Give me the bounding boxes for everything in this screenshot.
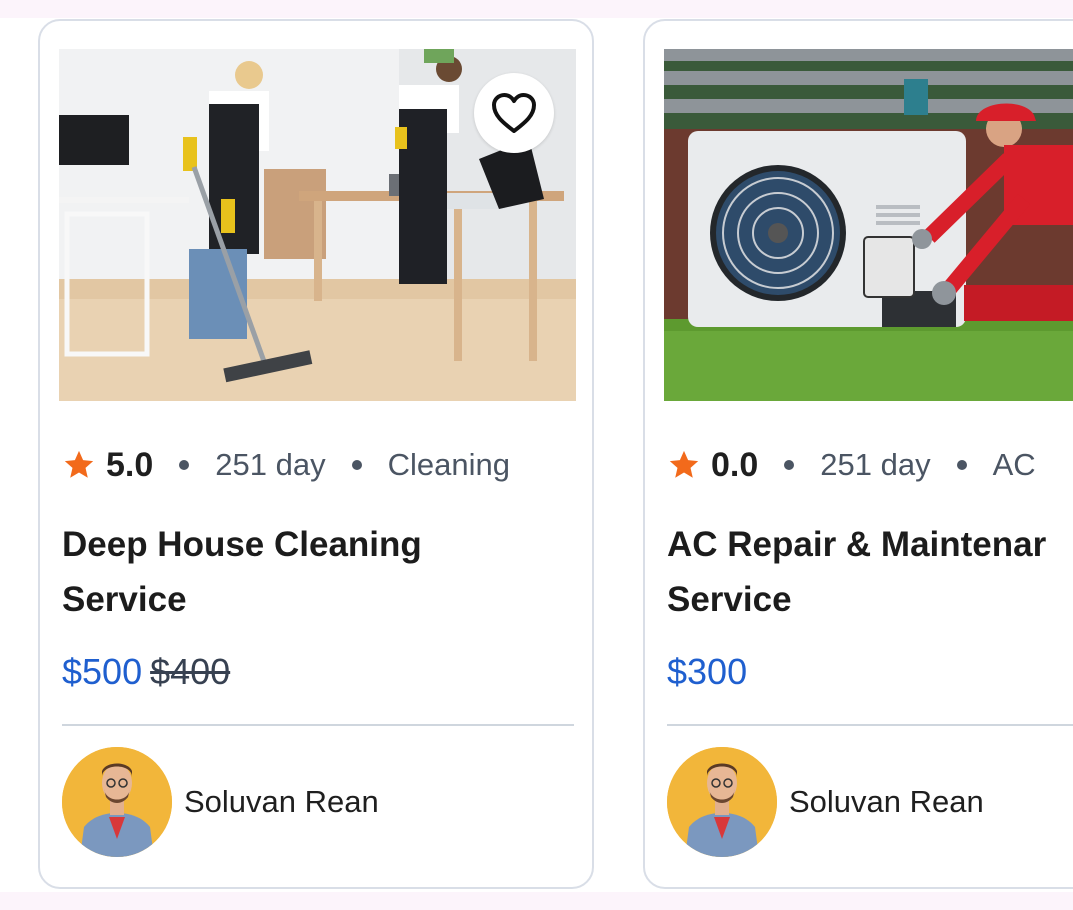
ac-repair-photo [664,49,1073,401]
price: $300 [667,651,747,693]
avatar [62,747,172,857]
rating-value: 5.0 [106,445,154,484]
separator-dot [956,460,967,470]
divider [62,724,574,726]
provider-row[interactable]: Soluvan Rean [62,747,379,857]
bottom-strip [0,892,1073,910]
service-title-line: Service [667,580,792,619]
heart-outline-icon [492,93,536,133]
separator-dot [784,460,795,470]
top-strip [0,0,1073,18]
favorite-button[interactable] [474,73,554,153]
category-text[interactable]: AC [993,447,1036,483]
rating-value: 0.0 [711,445,759,484]
service-title[interactable]: AC Repair & Maintenar Service [667,517,1073,627]
separator-dot [351,460,362,470]
service-cards-carousel[interactable]: 5.0 251 day Cleaning Deep House Cleaning… [0,18,1073,892]
card-meta: 0.0 251 day AC [667,441,1036,489]
service-title-line: AC Repair & Maintenar [667,525,1047,564]
star-icon [64,450,94,478]
service-title[interactable]: Deep House Cleaning Service [62,517,582,627]
card-meta: 5.0 251 day Cleaning [62,441,510,489]
current-price: $500 [62,651,143,692]
current-price: $300 [667,651,748,692]
old-price: $400 [150,651,231,692]
service-card[interactable]: 0.0 251 day AC AC Repair & Maintenar Ser… [643,19,1073,889]
provider-name[interactable]: Soluvan Rean [789,784,984,820]
price: $500 $400 [62,651,230,693]
service-title-line: Deep House Cleaning [62,525,422,564]
service-title-line: Service [62,580,187,619]
provider-row[interactable]: Soluvan Rean [667,747,984,857]
duration-text: 251 day [215,447,326,482]
star-icon [669,450,699,478]
duration-text: 251 day [820,447,931,482]
service-card[interactable]: 5.0 251 day Cleaning Deep House Cleaning… [38,19,594,889]
avatar [667,747,777,857]
provider-name[interactable]: Soluvan Rean [184,784,379,820]
category-text[interactable]: Cleaning [388,447,510,483]
separator-dot [179,460,190,470]
divider [667,724,1073,726]
